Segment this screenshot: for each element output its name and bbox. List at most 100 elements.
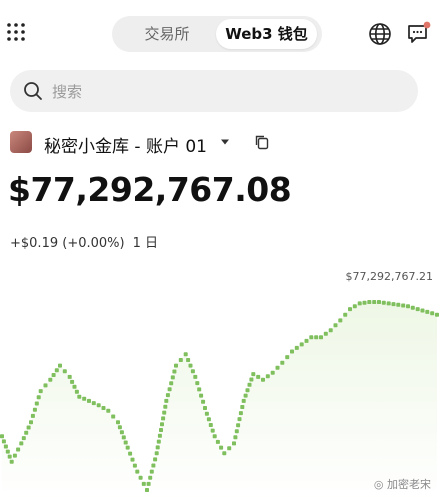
chart-point xyxy=(203,406,207,410)
account-name: 秘密小金库 - 账户 01 xyxy=(44,137,207,157)
chart-point xyxy=(362,300,367,305)
chart-point xyxy=(165,393,170,398)
caret-down-icon[interactable] xyxy=(220,138,230,146)
chart-point xyxy=(91,401,96,406)
chart-point xyxy=(153,457,158,462)
chart-point xyxy=(156,439,161,444)
chart-point xyxy=(319,335,323,340)
chart-point xyxy=(77,394,82,399)
chart-point xyxy=(162,410,167,415)
chart-point xyxy=(96,403,101,408)
chart-point xyxy=(314,335,319,340)
chart-point xyxy=(234,429,239,434)
chart-point xyxy=(236,423,241,428)
copy-icon[interactable] xyxy=(254,134,270,150)
tab-web3-wallet[interactable]: Web3 钱包 xyxy=(216,19,317,49)
chart-point xyxy=(135,469,140,474)
chart-point xyxy=(183,352,188,357)
message-icon[interactable] xyxy=(406,20,432,46)
chart-point xyxy=(188,363,193,368)
chart-point xyxy=(210,428,215,433)
chart-point xyxy=(241,398,246,403)
chart-point xyxy=(285,355,290,360)
chart-point xyxy=(117,425,122,430)
chart-point xyxy=(206,417,211,422)
search-icon xyxy=(24,82,42,100)
chart-point xyxy=(233,435,238,440)
chart-point xyxy=(227,446,232,451)
chart-point xyxy=(212,434,217,439)
chart-point xyxy=(247,382,252,387)
balance-chart xyxy=(0,300,439,500)
chart-point xyxy=(323,331,328,336)
chart-point xyxy=(367,300,372,304)
chart-point xyxy=(249,377,254,382)
chart-point xyxy=(48,377,53,382)
chart-point xyxy=(343,312,348,317)
chart-point xyxy=(251,372,256,377)
chart-point xyxy=(128,451,133,456)
chart-point xyxy=(280,360,285,365)
chart-point xyxy=(130,457,135,462)
chart-point xyxy=(348,307,352,312)
chart-point xyxy=(148,475,153,480)
chart-point xyxy=(29,420,33,425)
chart-point xyxy=(157,433,162,438)
chart-point xyxy=(70,379,75,384)
globe-icon[interactable] xyxy=(368,22,392,46)
chart-point xyxy=(238,411,243,416)
chart-point xyxy=(12,453,17,458)
chart-point xyxy=(167,387,172,392)
chart-point xyxy=(195,381,200,386)
chart-point xyxy=(435,312,439,317)
chart-point xyxy=(425,309,430,314)
chart-point xyxy=(151,463,156,468)
account-avatar xyxy=(10,131,32,153)
chart-point xyxy=(138,475,143,480)
chart-point xyxy=(245,388,250,393)
mode-switcher: 交易所 Web3 钱包 xyxy=(112,16,322,52)
chart-point xyxy=(116,420,120,425)
chart-point xyxy=(141,481,146,486)
chart-point xyxy=(178,358,183,362)
chart-point xyxy=(299,342,304,347)
chart-point xyxy=(101,406,106,410)
chart-point xyxy=(372,300,377,304)
chart-point xyxy=(30,413,35,418)
chart-point xyxy=(0,434,4,439)
chart-area xyxy=(2,302,437,500)
chart-point xyxy=(87,398,91,403)
chart-point xyxy=(146,481,151,486)
search-bar[interactable] xyxy=(10,70,418,112)
chart-point xyxy=(197,387,202,392)
chart-point xyxy=(430,311,435,316)
chart-point xyxy=(1,439,6,444)
chart-point xyxy=(36,395,41,400)
chart-point xyxy=(270,370,275,375)
chart-point xyxy=(9,459,14,464)
chart-point xyxy=(290,349,294,354)
chart-point xyxy=(186,358,191,362)
chart-point xyxy=(381,300,386,305)
grid-menu-icon[interactable] xyxy=(6,22,26,42)
chart-point xyxy=(415,307,420,312)
chart-point xyxy=(82,396,87,401)
chart-point xyxy=(121,435,126,440)
chart-point xyxy=(5,449,10,454)
chart-point xyxy=(410,305,415,310)
chart-point xyxy=(169,381,174,386)
search-input[interactable] xyxy=(50,78,384,106)
chart-point xyxy=(328,328,333,333)
chart-point xyxy=(193,374,198,379)
chart-point xyxy=(208,423,213,427)
chart-point xyxy=(106,408,111,413)
change-period: 1 日 xyxy=(132,236,158,251)
tab-exchange[interactable]: 交易所 xyxy=(118,19,216,49)
chart-point xyxy=(159,428,163,432)
chart-point xyxy=(377,300,381,304)
chart-point xyxy=(38,389,43,394)
chart-point xyxy=(72,384,77,389)
chart-point xyxy=(401,303,406,308)
chart-point xyxy=(199,393,204,398)
chart-point xyxy=(391,302,396,307)
